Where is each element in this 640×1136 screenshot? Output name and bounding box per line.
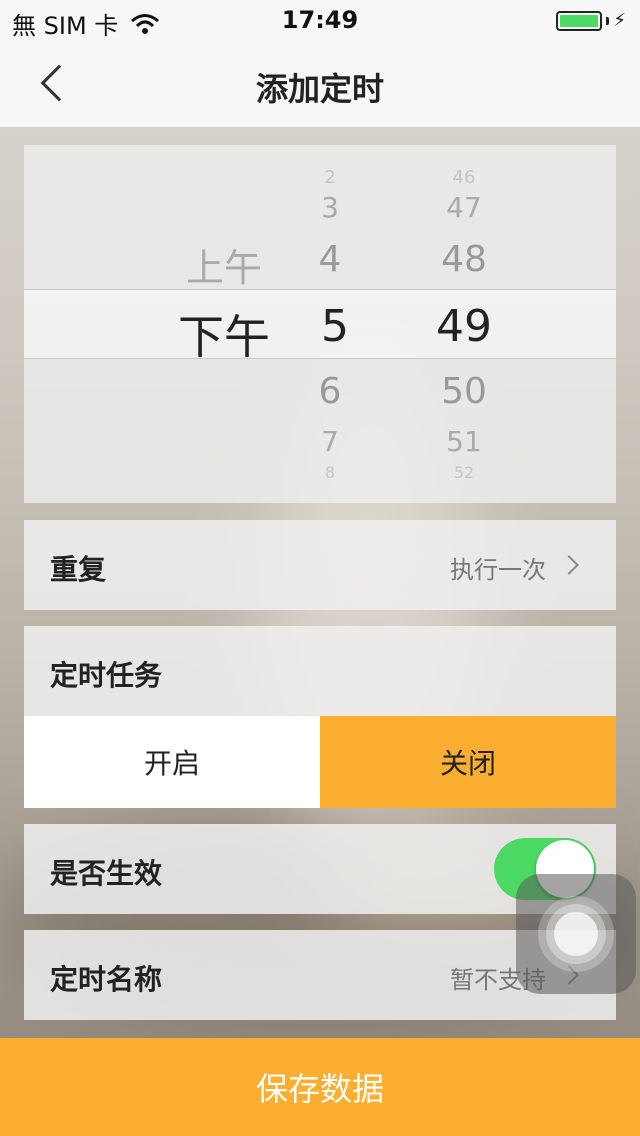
picker-hour-option[interactable]: 7 [300,425,360,458]
assistive-touch-button[interactable] [516,874,636,994]
charging-icon: ⚡ [613,10,626,31]
time-picker[interactable]: 上午 下午 2 3 4 5 6 7 8 46 47 48 49 50 51 52 [24,145,616,503]
picker-hour-option[interactable]: 8 [300,463,360,482]
picker-minute-option[interactable]: 51 [424,425,504,458]
picker-period-selected[interactable]: 下午 [154,301,294,367]
status-time: 17:49 [281,6,359,34]
picker-minute-option[interactable]: 47 [424,191,504,224]
nav-bar: 添加定时 [0,40,640,128]
effective-label: 是否生效 [50,857,163,890]
task-label: 定时任务 [50,659,163,692]
picker-hour-option[interactable]: 2 [300,167,360,188]
picker-minute-option[interactable]: 52 [424,463,504,482]
repeat-label: 重复 [50,553,107,586]
task-on-button[interactable]: 开启 [24,716,320,808]
picker-hour-option[interactable]: 4 [300,239,360,280]
picker-hour-option[interactable]: 6 [300,371,360,412]
picker-minute-option[interactable]: 48 [424,239,504,280]
name-label: 定时名称 [50,963,163,996]
assistive-ring [554,912,598,956]
picker-period-option[interactable]: 上午 [164,237,284,292]
task-row: 定时任务 [24,626,616,716]
picker-minute-option[interactable]: 46 [424,167,504,188]
status-bar: 無 SIM 卡 17:49 ⚡ [0,0,640,40]
repeat-value: 执行一次 [450,556,546,584]
chevron-right-icon [559,555,579,575]
task-off-button[interactable]: 关闭 [320,716,616,808]
battery-icon: ⚡ [556,10,626,31]
page-title: 添加定时 [255,70,384,108]
save-button[interactable]: 保存数据 [0,1038,640,1136]
picker-hour-option[interactable]: 3 [300,191,360,224]
picker-minute-option[interactable]: 50 [424,371,504,412]
picker-hour-selected[interactable]: 5 [300,301,370,352]
repeat-row[interactable]: 重复 执行一次 [24,520,616,610]
picker-minute-selected[interactable]: 49 [419,301,509,352]
